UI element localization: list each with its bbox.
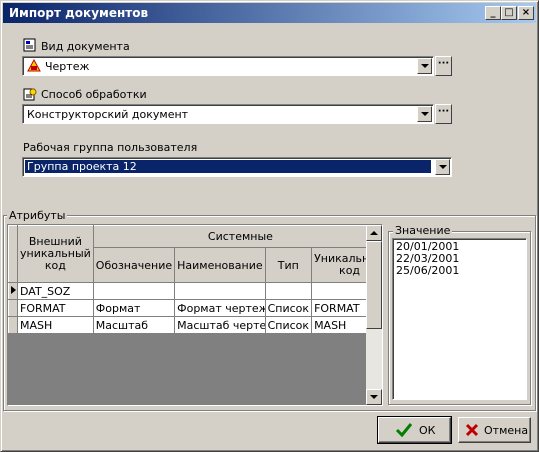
drawing-icon [27,59,41,72]
doc-type-browse-button[interactable]: ··· [435,56,452,76]
chevron-down-icon[interactable] [435,159,450,175]
scroll-up-button[interactable] [366,225,382,241]
processing-icon [23,88,37,101]
close-button[interactable]: × [518,6,534,20]
col-designation[interactable]: Обозначение [92,247,176,283]
document-type-icon [23,38,36,52]
processing-browse-button[interactable]: ··· [435,104,452,124]
chevron-down-icon[interactable] [417,58,432,74]
doc-type-value: Чертеж [45,60,90,73]
cancel-x-icon [465,423,479,437]
import-dialog: Импорт документов _ □ × Вид документа Че… [0,0,539,452]
current-row-icon [11,285,16,294]
table-row[interactable]: MASH Масштаб Масштаб чертеж Список MASH [8,316,382,334]
processing-label: Способ обработки [41,88,147,101]
doc-type-label: Вид документа [41,40,130,53]
chevron-down-icon[interactable] [417,106,432,122]
minimize-button[interactable]: _ [485,6,501,20]
checkmark-icon [395,423,413,438]
scroll-thumb[interactable] [366,241,382,329]
cancel-button[interactable]: Отмена [458,417,531,443]
col-name[interactable]: Наименование [174,247,266,283]
workgroup-select[interactable]: Группа проекта 12 [22,157,452,177]
values-list[interactable]: 20/01/2001 22/03/2001 25/06/2001 [392,238,527,400]
table-row[interactable]: FORMAT Формат Формат чертеж Список FORMA… [8,299,382,317]
attributes-grid[interactable]: Внешний уникальный код Системные Обознач… [7,224,383,406]
workgroup-label: Рабочая группа пользователя [23,141,198,154]
list-item[interactable]: 25/06/2001 [396,265,459,277]
attributes-label: Атрибуты [7,209,68,222]
col-external-code[interactable]: Внешний уникальный код [17,225,94,283]
ok-button[interactable]: ОК [377,416,452,444]
doc-type-select[interactable]: Чертеж [22,56,434,76]
processing-select[interactable]: Конструкторский документ [22,104,434,124]
scroll-down-button[interactable] [366,389,382,405]
maximize-button[interactable]: □ [501,6,517,20]
title-bar: Импорт документов _ □ × [3,3,536,23]
values-label: Значение [393,224,453,237]
col-group-system: Системные [92,225,382,249]
table-row[interactable]: DAT_SOZ [8,282,382,300]
col-type[interactable]: Тип [264,247,313,283]
workgroup-value: Группа проекта 12 [25,160,431,173]
window-title: Импорт документов [9,6,149,20]
processing-value: Конструкторский документ [27,108,189,121]
grid-scrollbar[interactable] [366,225,382,405]
